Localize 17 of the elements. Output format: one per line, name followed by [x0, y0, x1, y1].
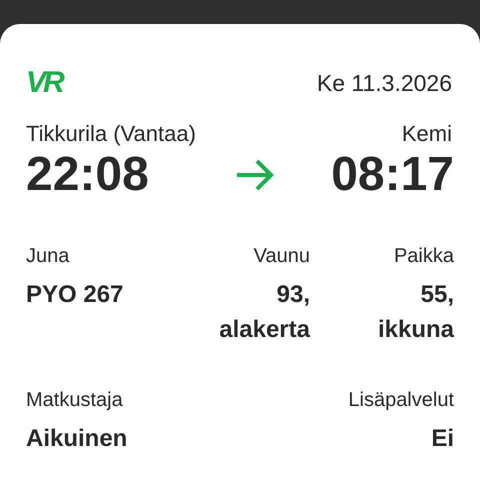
detail-value: Aikuinen — [26, 424, 128, 454]
detail-label: Vaunu — [254, 244, 310, 268]
detail-value: 55, ikkuna — [378, 280, 454, 344]
detail-label: Lisäpalvelut — [348, 388, 454, 412]
arrival-time: 08:17 — [331, 146, 454, 202]
detail-label: Matkustaja — [26, 388, 123, 412]
logo: VR — [26, 68, 62, 98]
travel-date: Ke 11.3.2026 — [316, 69, 453, 98]
detail-value: Ei — [431, 424, 454, 454]
departure-time: 22:08 — [26, 146, 149, 202]
departure-station: Tikkurila (Vantaa) — [26, 120, 196, 146]
arrival-station: Kemi — [402, 120, 453, 146]
detail-label: Juna — [26, 244, 70, 268]
detail-value: 93, alakerta — [219, 280, 310, 344]
detail-label: Paikka — [394, 244, 454, 268]
arrow-right-icon — [235, 156, 275, 192]
detail-value: PYO 267 — [26, 280, 124, 310]
